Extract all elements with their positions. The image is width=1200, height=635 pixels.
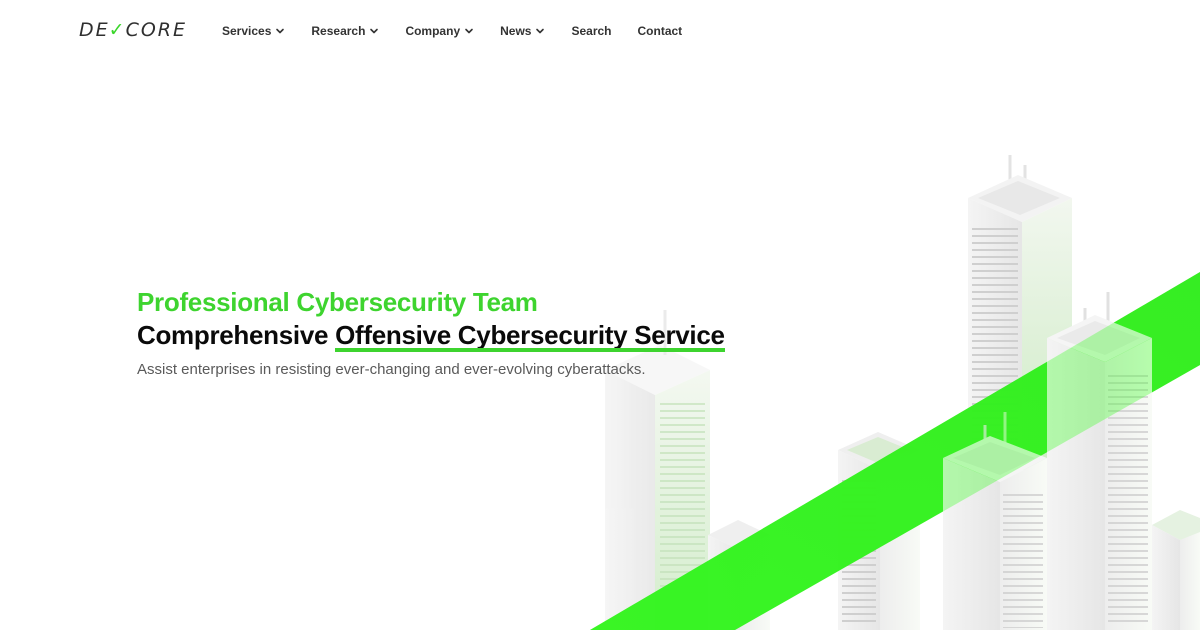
chevron-down-icon [464, 26, 474, 36]
nav-item-label: Contact [637, 24, 683, 38]
hero-illustration [560, 140, 1200, 630]
nav-item-label: Research [311, 24, 366, 38]
nav-item-label: Services [222, 24, 272, 38]
building-far-right [1152, 510, 1200, 630]
nav-item-label: News [500, 24, 532, 38]
main-nav: Services Research Company News Search Co… [222, 22, 708, 40]
hero-title: Comprehensive Offensive Cybersecurity Se… [137, 318, 757, 352]
devcore-logo[interactable]: DE ✓ CORE [79, 18, 187, 42]
nav-item-news[interactable]: News [500, 24, 545, 38]
logo-text-right: CORE [125, 19, 187, 41]
nav-item-label: Company [405, 24, 461, 38]
nav-item-contact[interactable]: Contact [638, 24, 683, 38]
hero-title-highlight: Offensive Cybersecurity Service [335, 320, 725, 352]
isometric-city-illustration [590, 155, 1200, 630]
nav-item-label: Search [571, 24, 612, 38]
chevron-down-icon [275, 26, 285, 36]
nav-item-services[interactable]: Services [222, 24, 285, 38]
logo-text-left: DE [79, 19, 110, 41]
chevron-down-icon [369, 26, 379, 36]
logo-check-icon: ✓ [108, 19, 127, 41]
chevron-down-icon [535, 26, 545, 36]
hero-eyebrow: Professional Cybersecurity Team [137, 287, 538, 317]
nav-item-company[interactable]: Company [405, 24, 474, 38]
nav-item-search[interactable]: Search [571, 24, 611, 38]
hero-section: Professional Cybersecurity Team Comprehe… [137, 286, 757, 380]
hero-subtitle: Assist enterprises in resisting ever-cha… [137, 361, 646, 378]
site-header: DE✓CORE Services Research Company News [0, 0, 1200, 62]
hero-title-plain: Comprehensive [137, 320, 336, 350]
nav-item-research[interactable]: Research [311, 24, 379, 38]
